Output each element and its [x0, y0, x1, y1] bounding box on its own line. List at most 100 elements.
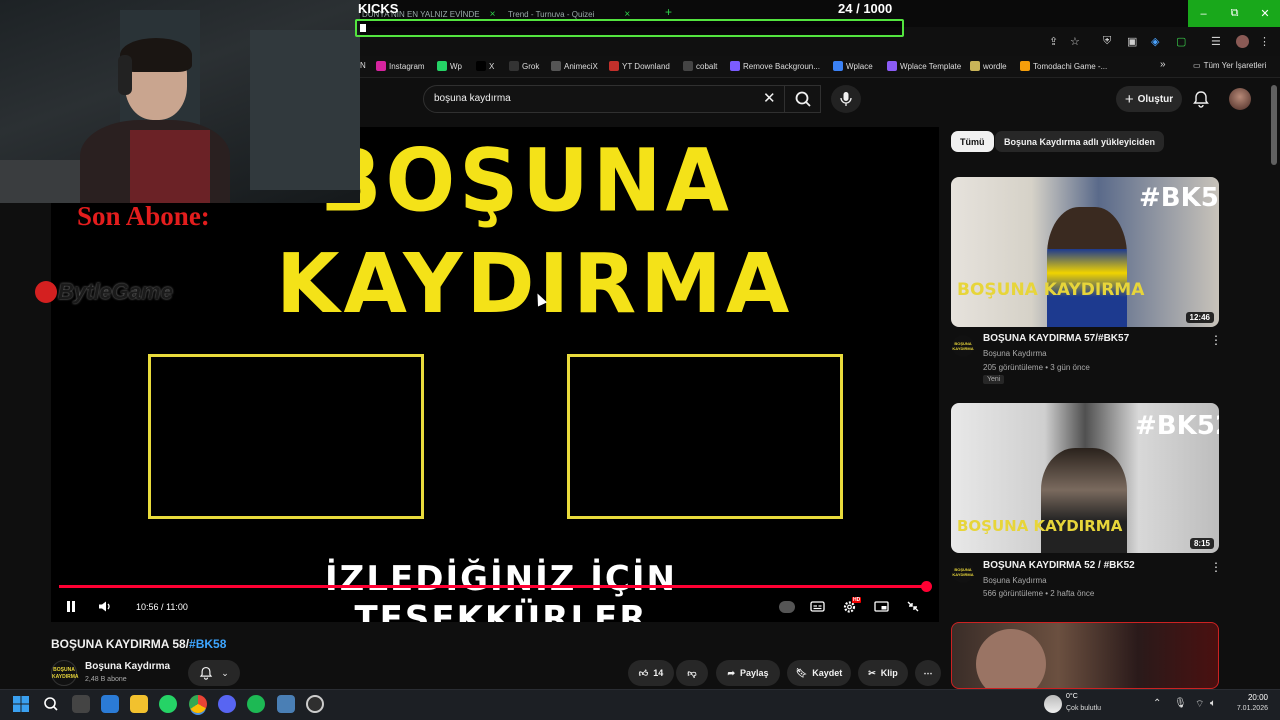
bookmark-item[interactable]: Instagram: [376, 61, 425, 71]
new-tab-button[interactable]: +: [665, 5, 672, 19]
scissors-icon: ✂: [868, 667, 876, 678]
account-avatar[interactable]: [1229, 88, 1251, 110]
end-screen-video-slot[interactable]: [148, 354, 424, 519]
clip-button[interactable]: ✂ Klip: [858, 660, 908, 686]
thanks-caption: İZLEDİĞİNİZ İÇİN TEŞEKKÜRLER: [325, 559, 677, 622]
windows-icon: [13, 696, 29, 712]
all-bookmarks-link[interactable]: ▭ Tüm Yer İşaretleri: [1193, 61, 1266, 70]
miniplayer-button[interactable]: [874, 600, 889, 616]
notifications-button[interactable]: [1192, 90, 1210, 108]
start-button[interactable]: [12, 695, 30, 713]
bookmark-item[interactable]: Wplace Template: [887, 61, 961, 71]
dislike-button[interactable]: 👎︎: [676, 660, 708, 686]
bookmark-star-icon[interactable]: ☆: [1070, 35, 1080, 48]
video-duration: 8:15: [1189, 538, 1214, 549]
widgets-icon[interactable]: [101, 695, 119, 713]
more-options-icon[interactable]: ⋮: [1210, 333, 1222, 347]
channel-avatar[interactable]: BOŞUNA KAYDIRMA: [952, 561, 974, 583]
browser-menu-icon[interactable]: ⋮: [1259, 35, 1270, 48]
bookmark-label: cobalt: [696, 61, 718, 71]
maximize-button[interactable]: ⧉: [1219, 0, 1250, 27]
video-card-title[interactable]: BOŞUNA KAYDIRMA 52 / #BK52: [983, 560, 1135, 571]
extension-icon[interactable]: ▣: [1127, 35, 1137, 48]
share-button[interactable]: ➦ Paylaş: [716, 660, 780, 686]
subscription-bell-button[interactable]: ⌄: [188, 660, 240, 686]
channel-name[interactable]: Boşuna Kaydırma: [85, 661, 170, 672]
chip-uploader[interactable]: Boşuna Kaydırma adlı yükleyiciden: [995, 131, 1165, 152]
search-taskbar-button[interactable]: [42, 695, 60, 713]
subtitles-button[interactable]: [810, 600, 825, 616]
bookmark-item[interactable]: Grok: [509, 61, 539, 71]
bookmark-item[interactable]: X: [476, 61, 494, 71]
chip-all[interactable]: Tümü: [951, 131, 994, 152]
like-button[interactable]: 👍︎ 14: [628, 660, 674, 686]
search-button[interactable]: [784, 85, 820, 113]
bookmark-favicon-icon: [730, 61, 740, 71]
progress-scrubber[interactable]: [920, 581, 932, 592]
autoplay-toggle[interactable]: [779, 601, 795, 613]
video-card-channel[interactable]: Boşuna Kaydırma: [983, 349, 1047, 358]
minimize-button[interactable]: –: [1188, 0, 1219, 27]
kicks-goal-bar: [355, 19, 904, 37]
profile-avatar-icon[interactable]: [1236, 35, 1249, 48]
voice-search-button[interactable]: [831, 85, 861, 113]
bookmark-item[interactable]: N: [360, 61, 366, 70]
create-button[interactable]: + Oluştur: [1116, 86, 1182, 112]
more-actions-button[interactable]: ⋯: [915, 660, 941, 686]
video-thumbnail[interactable]: [951, 622, 1219, 689]
discord-icon[interactable]: [218, 695, 236, 713]
app-icon[interactable]: [277, 695, 295, 713]
bookmark-item[interactable]: YT Downland: [609, 61, 670, 71]
exit-fullscreen-button[interactable]: [906, 600, 920, 616]
bookmark-item[interactable]: AnimeciX: [551, 61, 598, 71]
task-view-icon[interactable]: [72, 695, 90, 713]
spotify-icon[interactable]: [247, 695, 265, 713]
clock-date[interactable]: 7.01.2026: [1226, 705, 1268, 712]
video-card-title[interactable]: BOŞUNA KAYDIRMA 57/#BK57: [983, 333, 1129, 344]
bookmark-item[interactable]: wordle: [970, 61, 1007, 71]
channel-avatar[interactable]: BOŞUNA KAYDIRMA: [51, 660, 78, 686]
tray-overflow-icon[interactable]: ⌃: [1153, 698, 1161, 709]
bookmark-item[interactable]: cobalt: [683, 61, 717, 71]
bookmark-item[interactable]: Tomodachi Game -...: [1020, 61, 1107, 71]
weather-icon[interactable]: [1044, 695, 1062, 713]
microphone-tray-icon[interactable]: 🎙︎: [1174, 698, 1187, 709]
install-app-icon[interactable]: ⇪: [1049, 35, 1058, 48]
bookmark-favicon-icon: [551, 61, 561, 71]
file-explorer-icon[interactable]: [130, 695, 148, 713]
bookmark-item[interactable]: Wplace: [833, 61, 873, 71]
bookmark-favicon-icon: [376, 61, 386, 71]
clock-time[interactable]: 20:00: [1238, 693, 1268, 702]
bookmark-favicon-icon: [970, 61, 980, 71]
clear-search-icon[interactable]: ✕: [763, 89, 776, 107]
end-screen-video-slot[interactable]: [567, 354, 843, 519]
video-thumbnail[interactable]: #BK52 BOŞUNA KAYDIRMA 8:15: [951, 403, 1219, 553]
channel-avatar[interactable]: BOŞUNA KAYDIRMA: [952, 335, 974, 357]
bookmark-item[interactable]: Remove Backgroun...: [730, 61, 820, 71]
video-thumbnail[interactable]: #BK57 BOŞUNA KAYDIRMA 12:46: [951, 177, 1219, 327]
extension-icon[interactable]: ▢: [1176, 35, 1186, 48]
share-label: Paylaş: [740, 668, 769, 678]
wifi-icon[interactable]: ⌔: [1195, 698, 1204, 711]
bookmark-item[interactable]: Wp: [437, 61, 462, 71]
volume-button[interactable]: [98, 600, 112, 616]
tab-search-icon[interactable]: ☰: [1211, 35, 1221, 48]
page-scrollbar[interactable]: [1271, 85, 1277, 165]
volume-icon: [99, 601, 110, 612]
close-window-button[interactable]: ✕: [1250, 0, 1280, 27]
extension-shield-icon[interactable]: ⛨: [1103, 35, 1111, 48]
speaker-icon[interactable]: 🔈︎: [1210, 698, 1216, 709]
extension-icon[interactable]: ◈: [1151, 35, 1159, 48]
chrome-icon[interactable]: [189, 695, 207, 713]
brand-logo-icon: [35, 281, 57, 303]
video-hashtag-link[interactable]: #BK58: [189, 637, 226, 651]
bookmarks-more-icon[interactable]: »: [1160, 59, 1166, 70]
search-input-value[interactable]: boşuna kaydırma: [434, 93, 511, 104]
save-button[interactable]: 🔖︎ Kaydet: [787, 660, 851, 686]
whatsapp-icon[interactable]: [159, 695, 177, 713]
save-label: Kaydet: [812, 668, 843, 678]
more-options-icon[interactable]: ⋮: [1210, 560, 1222, 574]
video-card-channel[interactable]: Boşuna Kaydırma: [983, 576, 1047, 585]
pause-button[interactable]: [65, 600, 77, 616]
obs-icon[interactable]: [306, 695, 324, 713]
